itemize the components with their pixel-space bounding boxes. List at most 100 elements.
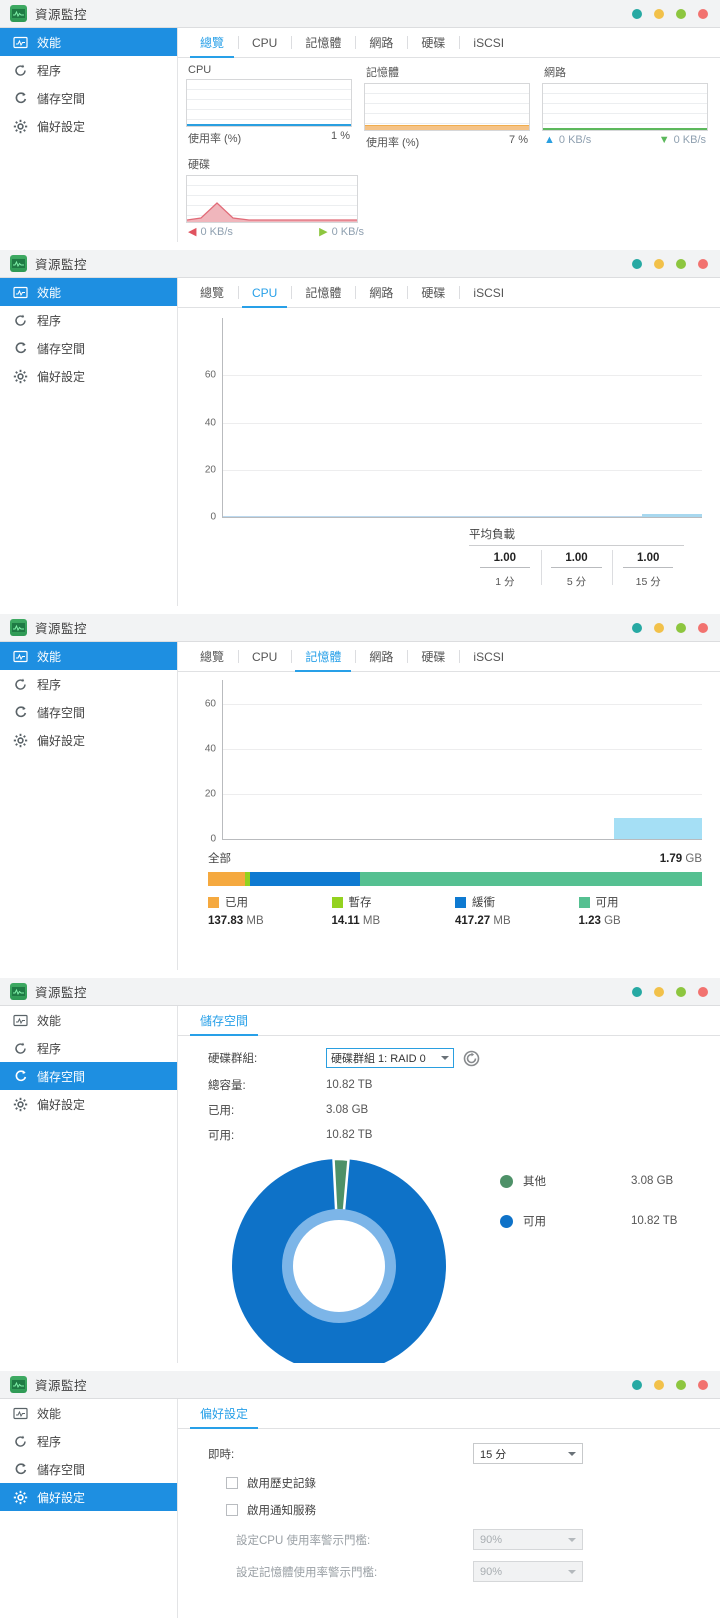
sidebar-item-storage[interactable]: 儲存空間 (0, 698, 177, 726)
sidebar-item-storage[interactable]: 儲存空間 (0, 1062, 177, 1090)
storage-icon (12, 90, 28, 106)
enable-history-row[interactable]: 啟用歷史記錄 (208, 1475, 720, 1491)
interval-select[interactable]: 15 分 (473, 1443, 583, 1464)
tab-cpu[interactable]: CPU (238, 28, 291, 57)
interval-value: 15 分 (480, 1446, 506, 1462)
tab-cpu[interactable]: CPU (238, 642, 291, 671)
swatch-used (208, 897, 219, 908)
sidebar-label: 儲存空間 (37, 1461, 85, 1478)
tab-overview[interactable]: 總覽 (186, 28, 238, 57)
tab-disk[interactable]: 硬碟 (407, 28, 459, 57)
legend-value: 3.08 GB (631, 1175, 673, 1187)
sidebar-item-storage[interactable]: 儲存空間 (0, 1455, 177, 1483)
sidebar-label: 效能 (37, 34, 61, 51)
sidebar-item-settings[interactable]: 偏好設定 (0, 726, 177, 754)
tab-disk[interactable]: 硬碟 (407, 278, 459, 307)
storage-icon (12, 1068, 28, 1084)
teal-dot[interactable] (632, 987, 642, 997)
app-title: 資源監控 (35, 1375, 87, 1394)
sidebar-item-process[interactable]: 程序 (0, 1427, 177, 1455)
tab-storage[interactable]: 儲存空間 (186, 1006, 262, 1035)
tab-memory[interactable]: 記憶體 (291, 642, 355, 671)
sidebar-item-performance[interactable]: 效能 (0, 642, 177, 670)
green-dot[interactable] (676, 259, 686, 269)
tab-network[interactable]: 網路 (355, 278, 407, 307)
sidebar-label: 程序 (37, 676, 61, 693)
green-dot[interactable] (676, 1380, 686, 1390)
tab-network[interactable]: 網路 (355, 642, 407, 671)
legend-value: 137.83 (208, 915, 243, 927)
yellow-dot[interactable] (654, 987, 664, 997)
storage-row-used: 已用: 3.08 GB (208, 1102, 720, 1118)
red-dot[interactable] (698, 9, 708, 19)
storage-donut-chart (230, 1157, 448, 1363)
sidebar-item-storage[interactable]: 儲存空間 (0, 84, 177, 112)
sidebar-label: 偏好設定 (37, 732, 85, 749)
tab-memory[interactable]: 記憶體 (291, 28, 355, 57)
dot-other (500, 1175, 513, 1188)
enable-notify-label: 啟用通知服務 (247, 1502, 316, 1518)
green-dot[interactable] (676, 987, 686, 997)
red-dot[interactable] (698, 259, 708, 269)
memory-threshold-select[interactable]: 90% (473, 1561, 583, 1582)
sidebar-item-process[interactable]: 程序 (0, 670, 177, 698)
red-dot[interactable] (698, 987, 708, 997)
cpu-threshold-select[interactable]: 90% (473, 1529, 583, 1550)
tab-memory[interactable]: 記憶體 (291, 278, 355, 307)
sidebar-item-performance[interactable]: 效能 (0, 1399, 177, 1427)
sidebar-item-settings[interactable]: 偏好設定 (0, 362, 177, 390)
tab-cpu[interactable]: CPU (238, 278, 291, 307)
enable-history-label: 啟用歷史記錄 (247, 1475, 316, 1491)
tab-iscsi[interactable]: iSCSI (459, 642, 518, 671)
red-dot[interactable] (698, 1380, 708, 1390)
row-value: 3.08 GB (326, 1104, 368, 1116)
green-dot[interactable] (676, 623, 686, 633)
content-storage: 儲存空間 硬碟群組: 硬碟群組 1: RAID 0 總容量: 10.82 TB (178, 1006, 720, 1363)
sidebar-item-process[interactable]: 程序 (0, 1034, 177, 1062)
sidebar-item-performance[interactable]: 效能 (0, 28, 177, 56)
sidebar-label: 偏好設定 (37, 118, 85, 135)
memory-legend: 已用 137.83 MB 暫存 14.11 MB 緩衝 417.27 MB 可用… (208, 894, 702, 927)
overview-cards: CPU 使用率 (%) 1 % 記憶體 (178, 58, 720, 238)
teal-dot[interactable] (632, 9, 642, 19)
sidebar-item-performance[interactable]: 效能 (0, 1006, 177, 1034)
refresh-icon[interactable] (463, 1050, 480, 1067)
enable-notify-row[interactable]: 啟用通知服務 (208, 1502, 720, 1518)
red-dot[interactable] (698, 623, 708, 633)
legend-item-buffer: 緩衝 417.27 MB (455, 894, 579, 927)
tab-preferences[interactable]: 偏好設定 (186, 1399, 262, 1428)
ytick: 40 (205, 744, 216, 755)
card-title: CPU (188, 64, 352, 76)
tab-overview[interactable]: 總覽 (186, 278, 238, 307)
cpu-mini-chart (186, 79, 352, 127)
teal-dot[interactable] (632, 1380, 642, 1390)
tab-disk[interactable]: 硬碟 (407, 642, 459, 671)
yellow-dot[interactable] (654, 623, 664, 633)
sidebar-item-storage[interactable]: 儲存空間 (0, 334, 177, 362)
sidebar-item-process[interactable]: 程序 (0, 306, 177, 334)
green-dot[interactable] (676, 9, 686, 19)
yellow-dot[interactable] (654, 9, 664, 19)
teal-dot[interactable] (632, 259, 642, 269)
sidebar-item-settings[interactable]: 偏好設定 (0, 1090, 177, 1118)
legend-label: 已用 (225, 894, 248, 910)
yellow-dot[interactable] (654, 1380, 664, 1390)
sidebar-item-settings[interactable]: 偏好設定 (0, 112, 177, 140)
card-title: 記憶體 (366, 64, 530, 80)
teal-dot[interactable] (632, 623, 642, 633)
tab-iscsi[interactable]: iSCSI (459, 278, 518, 307)
sidebar-item-settings[interactable]: 偏好設定 (0, 1483, 177, 1511)
sidebar-item-performance[interactable]: 效能 (0, 278, 177, 306)
load-label: 1 分 (469, 571, 541, 589)
enable-notify-checkbox[interactable] (226, 1504, 238, 1516)
tab-network[interactable]: 網路 (355, 28, 407, 57)
sidebar-item-process[interactable]: 程序 (0, 56, 177, 84)
sidebar-label: 程序 (37, 312, 61, 329)
cpu-usage-value: 1 % (331, 130, 350, 146)
storage-group-select[interactable]: 硬碟群組 1: RAID 0 (326, 1048, 454, 1068)
yellow-dot[interactable] (654, 259, 664, 269)
tab-overview[interactable]: 總覽 (186, 642, 238, 671)
cpu-usage-label: 使用率 (%) (188, 130, 241, 146)
enable-history-checkbox[interactable] (226, 1477, 238, 1489)
tab-iscsi[interactable]: iSCSI (459, 28, 518, 57)
